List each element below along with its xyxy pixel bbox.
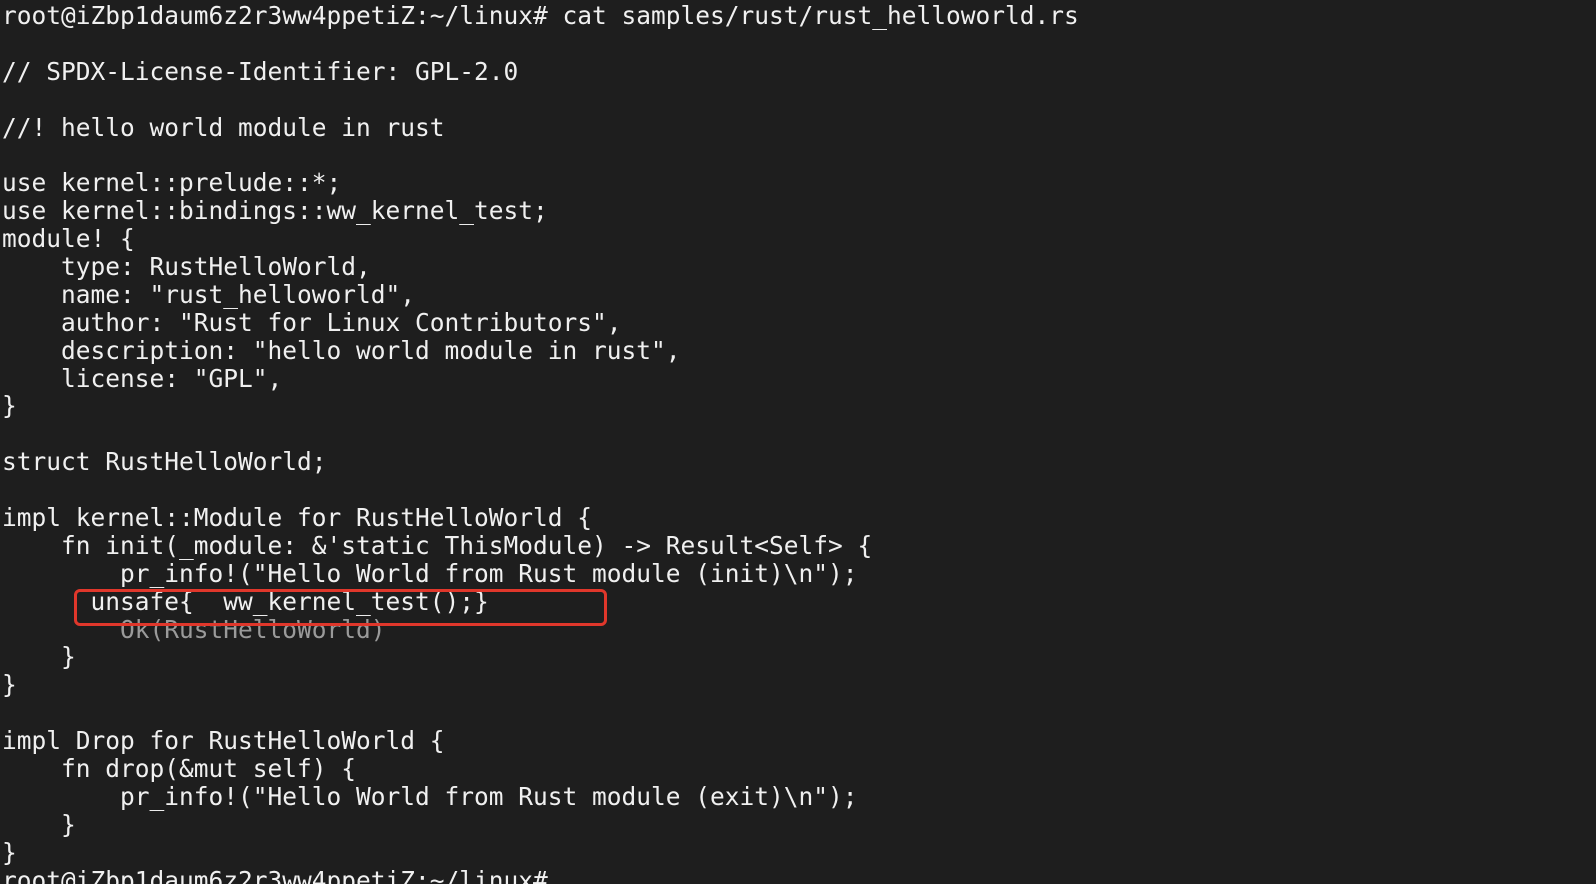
code-line: } bbox=[2, 809, 76, 839]
code-line: description: "hello world module in rust… bbox=[2, 335, 681, 365]
final-prompt-line: root@iZbp1daum6z2r3ww4ppetiZ:~/linux# bbox=[2, 865, 548, 884]
code-line: fn drop(&mut self) { bbox=[2, 754, 357, 784]
code-line: // SPDX-License-Identifier: GPL-2.0 bbox=[2, 56, 519, 86]
code-line: fn init(_module: &'static ThisModule) ->… bbox=[2, 530, 873, 560]
command-prompt-line: root@iZbp1daum6z2r3ww4ppetiZ:~/linux# ca… bbox=[2, 1, 1079, 30]
code-line: name: "rust_helloworld", bbox=[2, 279, 416, 309]
code-line: author: "Rust for Linux Contributors", bbox=[2, 307, 622, 337]
code-line: } bbox=[2, 837, 17, 867]
code-line: struct RustHelloWorld; bbox=[2, 447, 327, 477]
code-line: pr_info!("Hello World from Rust module (… bbox=[2, 558, 858, 588]
terminal-window[interactable]: root@iZbp1daum6z2r3ww4ppetiZ:~/linux# ca… bbox=[0, 0, 1596, 884]
code-line: } bbox=[2, 642, 76, 672]
code-line: Ok(RustHelloWorld) bbox=[2, 614, 386, 644]
code-line: impl Drop for RustHelloWorld { bbox=[2, 726, 445, 756]
code-line: impl kernel::Module for RustHelloWorld { bbox=[2, 503, 593, 533]
highlighted-code-line: unsafe{ ww_kernel_test();} bbox=[2, 586, 489, 616]
code-line: } bbox=[2, 391, 17, 421]
code-line: pr_info!("Hello World from Rust module (… bbox=[2, 781, 858, 811]
terminal-output: root@iZbp1daum6z2r3ww4ppetiZ:~/linux# ca… bbox=[2, 2, 1079, 884]
code-line: use kernel::bindings::ww_kernel_test; bbox=[2, 196, 548, 226]
code-line: //! hello world module in rust bbox=[2, 112, 445, 142]
code-line: } bbox=[2, 670, 17, 700]
code-line: module! { bbox=[2, 224, 135, 254]
code-line: license: "GPL", bbox=[2, 363, 283, 393]
code-line: use kernel::prelude::*; bbox=[2, 168, 342, 198]
code-line: type: RustHelloWorld, bbox=[2, 252, 371, 282]
